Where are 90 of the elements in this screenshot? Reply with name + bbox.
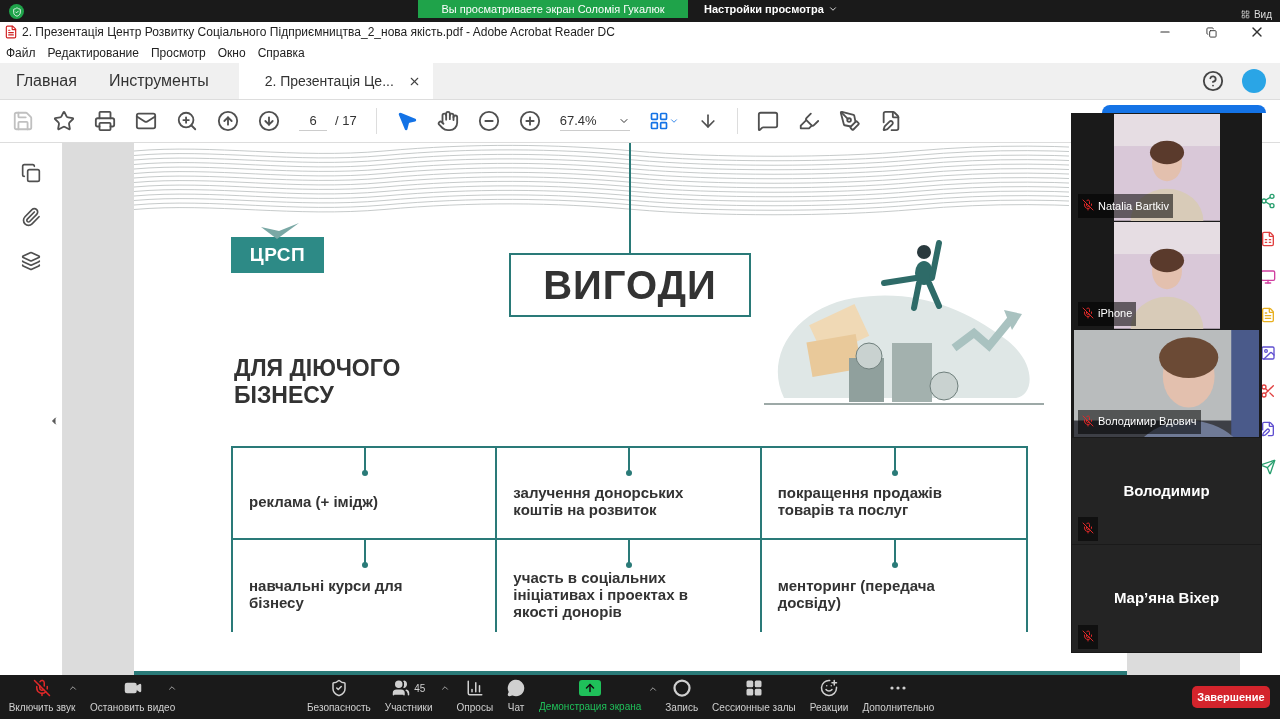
benefit-text: реклама (+ імідж) [249, 492, 378, 510]
end-meeting-button[interactable]: Завершение [1192, 686, 1270, 708]
tab[interactable]: Инструменты [92, 63, 225, 99]
security-badge-icon [9, 4, 24, 19]
benefit-text: навчальні курси для бізнесу [249, 577, 404, 611]
grid-icon [1240, 10, 1250, 19]
meeting-control[interactable]: Демонстрация экрана [532, 680, 649, 714]
tab-label: Главная [16, 71, 77, 91]
zoom-icon[interactable] [176, 110, 198, 132]
muted-mic-icon [1082, 306, 1094, 319]
help-icon[interactable] [1202, 70, 1224, 92]
tab-label: 2. Презентація Це... [264, 71, 394, 91]
participant-name: Володимир Вдович [1098, 414, 1197, 430]
logo-text: ЦРСП [249, 242, 306, 267]
window-title: 2. Презентація Центр Розвитку Соціального Підприємництва_2_нова якість.pdf - Adobe Acrobat Reader DC [22, 24, 615, 41]
star-icon[interactable] [53, 110, 75, 132]
benefit-text: менторинг (передача досвіду) [777, 577, 936, 611]
pen-icon[interactable] [838, 110, 861, 132]
tab[interactable]: Главная [0, 63, 93, 99]
zoom-dropdown[interactable]: 67.4% [559, 110, 630, 132]
tool-icon[interactable] [1260, 421, 1276, 437]
meeting-control[interactable]: Остановить видео [82, 679, 184, 715]
muted-mic-icon [33, 679, 51, 697]
tab-label: Инструменты [108, 71, 209, 91]
share-screen-icon [579, 680, 602, 696]
meeting-control[interactable]: Дополнительно [855, 679, 942, 715]
menu-item[interactable]: Справка [257, 43, 305, 62]
slide-subtitle: ДЛЯ ДІЮЧОГО БІЗНЕСУ [234, 355, 402, 409]
highlighter-icon[interactable] [797, 110, 820, 132]
zoom-out-icon[interactable] [477, 110, 500, 132]
menu-item[interactable]: Окно [217, 43, 246, 62]
tool-icon[interactable] [1260, 307, 1276, 323]
shield-icon [329, 679, 348, 697]
participant-name: Мар’яна Віхер [1113, 588, 1220, 609]
participant-count: 45 [414, 681, 426, 696]
tab[interactable]: 2. Презентація Це... [238, 63, 433, 99]
tool-icon[interactable] [1260, 231, 1276, 247]
printer-icon[interactable] [94, 110, 116, 132]
page-count: / 17 [335, 112, 357, 131]
page-number-field[interactable]: 6 [299, 110, 327, 132]
meeting-control[interactable]: Безопасность [300, 679, 378, 715]
meeting-control[interactable]: Запись [658, 679, 706, 715]
page-fit-icon[interactable] [648, 111, 679, 131]
menu-item[interactable]: Файл [6, 43, 36, 62]
meeting-control[interactable]: 45 Участники [377, 679, 440, 715]
muted-mic-icon [1082, 522, 1094, 535]
caret-icon[interactable] [648, 684, 659, 694]
tool-icon[interactable] [1260, 345, 1276, 361]
viewing-banner: Вы просматриваете экран Соломія Гукалюк [418, 0, 688, 18]
meeting-control[interactable]: Опросы [449, 679, 501, 715]
benefit-text: участь в соціальних ініціативах і проектах в якості донорів [513, 568, 689, 620]
zoom-in-icon[interactable] [518, 110, 541, 132]
people-icon [392, 679, 411, 697]
participant-name: Natalia Bartkiv [1098, 198, 1169, 214]
pdf-file-icon [4, 25, 18, 39]
meeting-control[interactable]: Включить звук [0, 679, 84, 715]
menu-item[interactable]: Просмотр [150, 43, 206, 62]
comment-icon[interactable] [756, 110, 779, 132]
attachment-icon[interactable] [21, 207, 41, 227]
meeting-control[interactable]: Реакции [802, 679, 856, 715]
pages-icon[interactable] [21, 163, 41, 183]
tool-icon[interactable] [1260, 459, 1276, 475]
layers-icon[interactable] [21, 251, 41, 271]
muted-mic-icon [1082, 414, 1094, 427]
participant-name: Володимир [1123, 480, 1210, 501]
benefit-text: залучення донорських коштів на розвиток [513, 484, 685, 518]
menu-item[interactable]: Редактирование [47, 43, 139, 62]
caret-icon[interactable] [167, 683, 178, 693]
bar-chart-icon [465, 679, 484, 697]
benefit-text: покращення продажів товарів та послуг [777, 484, 943, 518]
muted-mic-icon [1082, 198, 1094, 211]
view-settings-button[interactable]: Настройки просмотра [704, 1, 838, 18]
chat-icon [507, 679, 526, 697]
grid-icon [744, 679, 763, 697]
tool-icon[interactable] [1260, 269, 1276, 285]
mail-icon[interactable] [135, 110, 157, 132]
view-button[interactable]: Вид [1240, 7, 1272, 22]
more-icon [890, 686, 907, 690]
tool-icon[interactable] [1260, 193, 1276, 209]
muted-mic-icon [1082, 630, 1094, 642]
page-down-icon[interactable] [258, 110, 280, 132]
smiley-plus-icon [820, 679, 839, 697]
meeting-control[interactable]: Чат [500, 679, 533, 715]
page-up-icon[interactable] [217, 110, 239, 132]
caret-icon[interactable] [68, 683, 78, 693]
caret-icon[interactable] [439, 683, 450, 693]
slide-title: ВИГОДИ [543, 262, 717, 309]
hand-tool-icon[interactable] [436, 110, 459, 132]
record-icon [672, 679, 691, 697]
meeting-control[interactable]: Сессионные залы [705, 679, 803, 715]
